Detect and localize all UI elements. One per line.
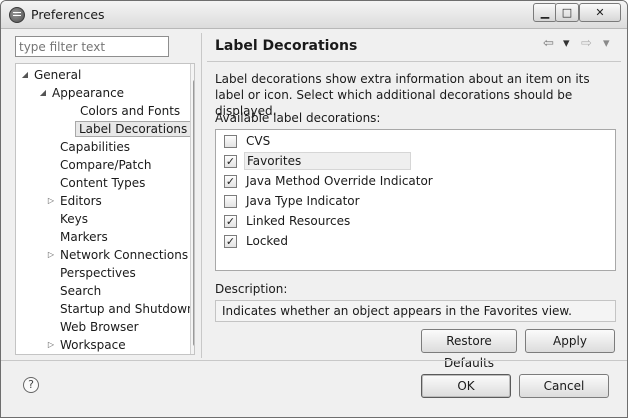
- tree-item-label: General: [34, 68, 82, 82]
- tree-item-markers[interactable]: Markers: [60, 228, 108, 246]
- java-type-indicator-checkbox[interactable]: [224, 195, 237, 208]
- tree-item-startup-and-shutdown[interactable]: Startup and Shutdown: [60, 300, 195, 318]
- decoration-label: Linked Resources: [246, 214, 351, 228]
- expanded-arrow-icon[interactable]: ◢: [38, 88, 48, 98]
- decoration-label: Locked: [246, 234, 288, 248]
- tree-item-label: Perspectives: [60, 266, 136, 280]
- tree-item-label: Appearance: [52, 86, 125, 100]
- tree-item-label: Colors and Fonts: [80, 104, 181, 118]
- available-decorations-label: Available label decorations:: [215, 111, 381, 125]
- app-icon: [9, 7, 25, 23]
- minimize-button[interactable]: ▁: [533, 3, 557, 22]
- decoration-label: Favorites: [244, 152, 411, 170]
- tree-item-colors-and-fonts[interactable]: Colors and Fonts: [80, 102, 180, 120]
- tree-item-keys[interactable]: Keys: [60, 210, 88, 228]
- apply-button[interactable]: Apply: [525, 329, 615, 353]
- preferences-window: Preferences ▁ □ ✕ ◢ General ◢ Appearance…: [0, 0, 628, 418]
- title-bar: Preferences ▁ □ ✕: [1, 1, 627, 29]
- locked-checkbox[interactable]: ✓: [224, 235, 237, 248]
- tree-item-label: Web Browser: [60, 320, 139, 334]
- maximize-button[interactable]: □: [555, 3, 579, 22]
- tree-item-label: Compare/Patch: [60, 158, 152, 172]
- tree-item-label: Workspace: [60, 338, 126, 352]
- back-arrow-icon[interactable]: ⇦: [543, 36, 554, 51]
- tree-item-label: Label Decorations: [75, 121, 192, 137]
- help-icon[interactable]: ?: [23, 377, 39, 393]
- description-label: Description:: [215, 282, 288, 296]
- preferences-tree-panel: ◢ General ◢ Appearance Colors and Fonts …: [9, 33, 199, 358]
- tree-item-label: Content Types: [60, 176, 146, 190]
- tree-item-capabilities[interactable]: Capabilities: [60, 138, 130, 156]
- forward-menu-icon[interactable]: ▾: [603, 36, 610, 51]
- cancel-button[interactable]: Cancel: [519, 374, 609, 398]
- collapsed-arrow-icon[interactable]: ▷: [46, 196, 56, 206]
- header-divider: [207, 61, 621, 62]
- decoration-label: Java Method Override Indicator: [246, 174, 433, 188]
- expanded-arrow-icon[interactable]: ◢: [20, 70, 30, 80]
- tree-item-compare-patch[interactable]: Compare/Patch: [60, 156, 151, 174]
- decorations-list: CVS ✓ Favorites ✓ Java Method Override I…: [215, 129, 616, 271]
- restore-defaults-button[interactable]: Restore Defaults: [421, 329, 517, 370]
- tree-item-label: Keys: [60, 212, 89, 226]
- window-title: Preferences: [31, 7, 105, 22]
- tree-item-label: Search: [60, 284, 102, 298]
- filter-input[interactable]: [15, 36, 169, 57]
- tree-item-web-browser[interactable]: Web Browser: [60, 318, 139, 336]
- preference-page: Label Decorations ⇦ ▾ ⇨ ▾ Label decorati…: [207, 33, 621, 370]
- description-box: Indicates whether an object appears in t…: [215, 300, 616, 322]
- favorites-checkbox[interactable]: ✓: [224, 155, 237, 168]
- tree-item-label-decorations[interactable]: Label Decorations: [75, 120, 192, 138]
- forward-arrow-icon[interactable]: ⇨: [581, 36, 592, 51]
- collapsed-arrow-icon[interactable]: ▷: [46, 340, 56, 350]
- linked-resources-checkbox[interactable]: ✓: [224, 215, 237, 228]
- tree-item-label: Editors: [60, 194, 102, 208]
- tree-item-label: Markers: [60, 230, 108, 244]
- scrollbar-thumb[interactable]: [193, 80, 194, 346]
- collapsed-arrow-icon[interactable]: ▷: [46, 250, 56, 260]
- cvs-checkbox[interactable]: [224, 135, 237, 148]
- close-button[interactable]: ✕: [579, 3, 621, 22]
- tree-item-label: Network Connections: [60, 248, 189, 262]
- back-menu-icon[interactable]: ▾: [563, 36, 570, 51]
- scroll-up-icon[interactable]: ▲: [191, 64, 194, 78]
- page-title: Label Decorations: [215, 38, 358, 54]
- decoration-label: Java Type Indicator: [246, 194, 360, 208]
- panel-splitter[interactable]: [201, 33, 202, 358]
- tree-item-content-types[interactable]: Content Types: [60, 174, 145, 192]
- scroll-down-icon[interactable]: ▼: [191, 340, 194, 354]
- tree-item-search[interactable]: Search: [60, 282, 101, 300]
- java-method-override-indicator-checkbox[interactable]: ✓: [224, 175, 237, 188]
- tree-item-label: Capabilities: [60, 140, 130, 154]
- preferences-tree: ◢ General ◢ Appearance Colors and Fonts …: [15, 63, 195, 355]
- ok-button[interactable]: OK: [421, 374, 511, 398]
- tree-item-perspectives[interactable]: Perspectives: [60, 264, 136, 282]
- tree-item-label: Startup and Shutdown: [60, 302, 195, 316]
- footer-divider: [1, 360, 627, 361]
- decoration-label: CVS: [246, 134, 271, 148]
- tree-scrollbar[interactable]: ▲ ▼: [190, 64, 194, 354]
